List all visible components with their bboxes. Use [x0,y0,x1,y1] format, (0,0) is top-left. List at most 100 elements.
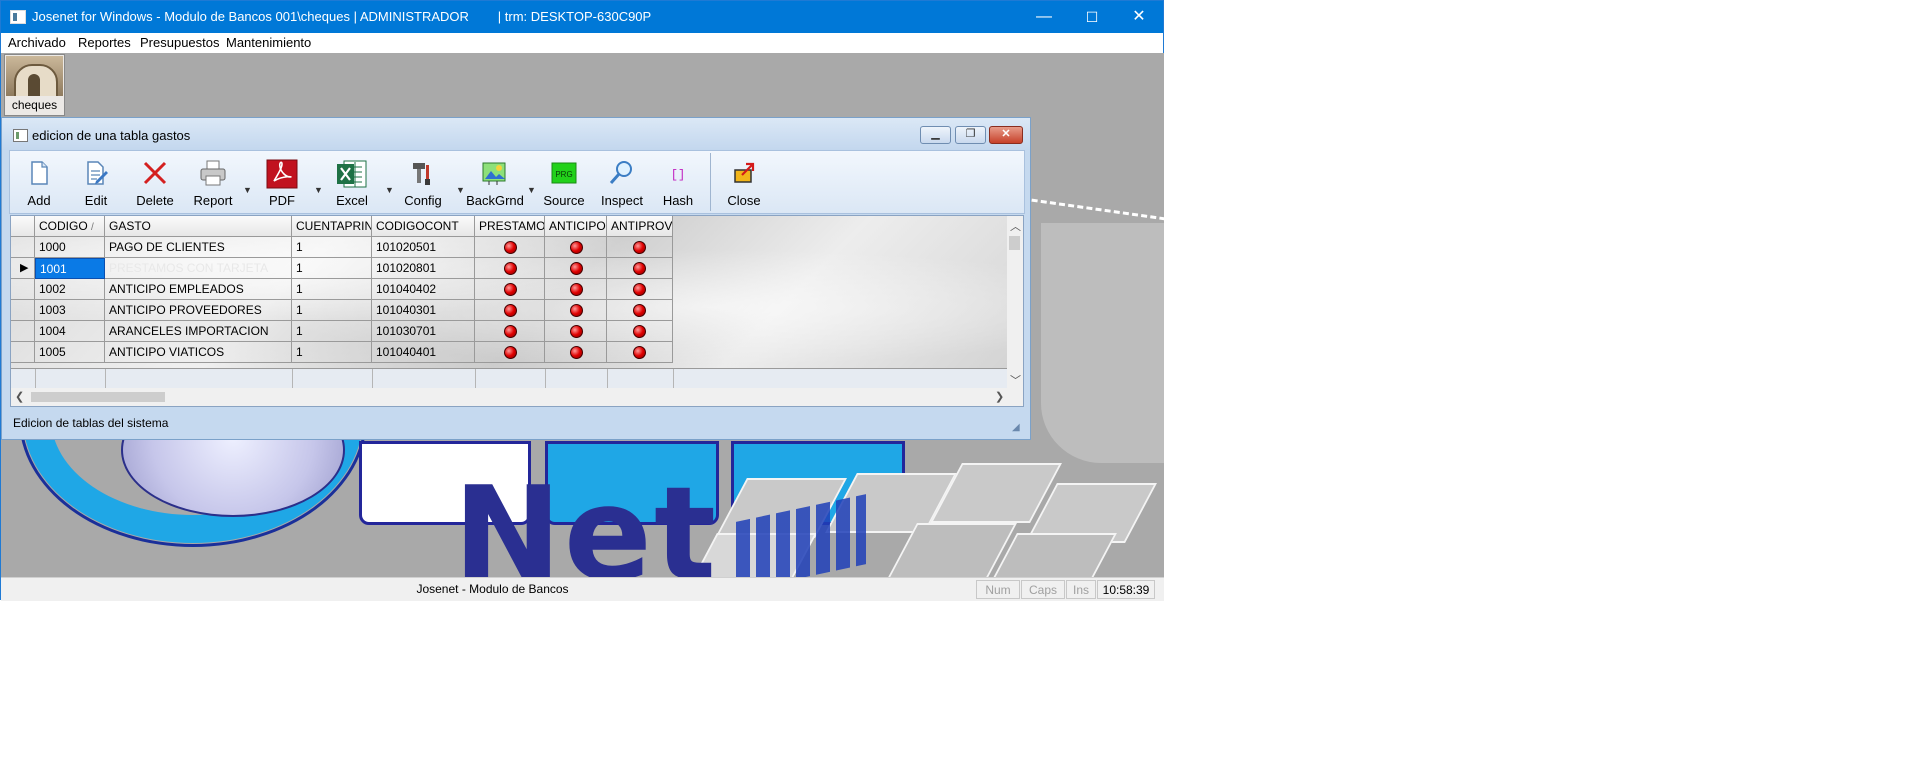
maximize-button[interactable]: ☐ [1069,1,1115,33]
cell-antiprov[interactable] [607,300,673,321]
gastos-grid[interactable]: CODIGO / GASTO CUENTAPRIN CODIGOCONT PRE… [10,215,1024,407]
column-header-cuentaprin[interactable]: CUENTAPRIN [292,216,372,237]
pdf-button[interactable]: PDF [260,155,304,211]
config-button[interactable]: Config [400,155,446,211]
cell-codigocont[interactable]: 101020801 [372,258,475,279]
background-dropdown-icon[interactable]: ▼ [527,185,536,195]
resize-grip-icon[interactable]: ◢ [1012,422,1020,433]
cell-gasto[interactable]: ANTICIPO PROVEEDORES [105,300,292,321]
scroll-down-icon[interactable]: ﹀ [1010,372,1021,388]
cell-anticipo[interactable] [545,279,607,300]
cell-cuentaprin[interactable]: 1 [292,321,372,342]
close-button[interactable]: ✕ [1116,1,1162,33]
cell-cuentaprin[interactable]: 1 [292,237,372,258]
num-lock-indicator: Num [976,580,1020,599]
column-header-antiprov[interactable]: ANTIPROV [607,216,673,237]
cell-cuentaprin[interactable]: 1 [292,279,372,300]
report-dropdown-icon[interactable]: ▼ [243,185,252,195]
cell-codigo-selected[interactable]: 1001 [35,258,105,279]
row-indicator[interactable] [11,237,35,258]
column-header-anticipo[interactable]: ANTICIPO [545,216,607,237]
app-icon[interactable] [10,10,26,24]
menu-presupuestos[interactable]: Presupuestos [140,35,220,50]
column-header-codigo[interactable]: CODIGO / [35,216,105,237]
cell-codigocont[interactable]: 101040301 [372,300,475,321]
column-header-gasto[interactable]: GASTO [105,216,292,237]
hash-label: Hash [662,193,694,208]
scroll-left-icon[interactable]: ❮ [15,390,24,403]
cell-anticipo[interactable] [545,300,607,321]
source-button[interactable]: PRG Source [540,155,588,211]
cell-cuentaprin[interactable]: 1 [292,300,372,321]
report-button[interactable]: Report [188,155,238,211]
cell-antiprov[interactable] [607,279,673,300]
cell-gasto[interactable]: ARANCELES IMPORTACION [105,321,292,342]
hash-button[interactable]: [] Hash [656,155,700,211]
cell-codigocont[interactable]: 101040402 [372,279,475,300]
column-header-prestamo[interactable]: PRESTAMO [475,216,545,237]
building-icon [6,56,63,96]
cell-codigocont[interactable]: 101030701 [372,321,475,342]
column-header-codigocont[interactable]: CODIGOCONT [372,216,475,237]
row-indicator[interactable]: ▶ [11,258,35,279]
row-indicator[interactable] [11,342,35,363]
cell-prestamo[interactable] [475,342,545,363]
cell-codigo[interactable]: 1002 [35,279,105,300]
cell-prestamo[interactable] [475,237,545,258]
delete-button[interactable]: Delete [130,155,180,211]
child-restore-button[interactable]: ❐ [955,126,986,144]
cell-antiprov[interactable] [607,258,673,279]
cell-prestamo[interactable] [475,258,545,279]
cell-gasto[interactable]: ANTICIPO EMPLEADOS [105,279,292,300]
cell-anticipo[interactable] [545,342,607,363]
title-bar[interactable]: Josenet for Windows - Modulo de Bancos 0… [1,1,1163,33]
child-minimize-button[interactable]: ▁ [920,126,951,144]
scroll-up-icon[interactable]: ︿ [1010,218,1021,234]
cell-codigo[interactable]: 1003 [35,300,105,321]
cell-prestamo[interactable] [475,300,545,321]
menu-archivado[interactable]: Archivado [8,35,66,50]
row-indicator[interactable] [11,279,35,300]
edit-button[interactable]: Edit [73,155,119,211]
child-window-icon[interactable] [13,129,28,142]
cell-anticipo[interactable] [545,321,607,342]
cell-gasto[interactable]: PRESTAMOS CON TARJETA [105,258,292,279]
cell-cuentaprin[interactable]: 1 [292,258,372,279]
minimize-button[interactable]: — [1021,1,1067,33]
horizontal-scroll-thumb[interactable] [31,392,165,402]
pdf-dropdown-icon[interactable]: ▼ [314,185,323,195]
cell-antiprov[interactable] [607,321,673,342]
inspect-button[interactable]: Inspect [597,155,647,211]
cell-gasto[interactable]: ANTICIPO VIATICOS [105,342,292,363]
cell-gasto[interactable]: PAGO DE CLIENTES [105,237,292,258]
cell-codigocont[interactable]: 101020501 [372,237,475,258]
cell-codigo[interactable]: 1005 [35,342,105,363]
cell-cuentaprin[interactable]: 1 [292,342,372,363]
child-title-bar[interactable]: edicion de una tabla gastos ▁ ❐ ✕ [2,118,1030,150]
child-close-button[interactable]: ✕ [989,126,1023,144]
scroll-right-icon[interactable]: ❯ [995,390,1004,403]
cell-antiprov[interactable] [607,237,673,258]
cell-codigocont[interactable]: 101040401 [372,342,475,363]
vertical-scrollbar[interactable]: ︿ ﹀ [1007,216,1023,388]
cell-anticipo[interactable] [545,237,607,258]
cheques-shortcut[interactable]: cheques [4,54,65,116]
cell-codigo[interactable]: 1004 [35,321,105,342]
config-dropdown-icon[interactable]: ▼ [456,185,465,195]
cell-codigo[interactable]: 1000 [35,237,105,258]
cell-anticipo[interactable] [545,258,607,279]
excel-dropdown-icon[interactable]: ▼ [385,185,394,195]
add-button[interactable]: Add [16,155,62,211]
vertical-scroll-thumb[interactable] [1009,236,1020,250]
row-indicator[interactable] [11,321,35,342]
menu-mantenimiento[interactable]: Mantenimiento [226,35,311,50]
excel-button[interactable]: Excel [330,155,374,211]
horizontal-scrollbar[interactable]: ❮ ❯ [11,388,1023,406]
cell-antiprov[interactable] [607,342,673,363]
menu-reportes[interactable]: Reportes [78,35,131,50]
cell-prestamo[interactable] [475,321,545,342]
row-indicator[interactable] [11,300,35,321]
close-window-button[interactable]: Close [720,155,768,211]
background-button[interactable]: BackGrnd [465,155,525,211]
cell-prestamo[interactable] [475,279,545,300]
